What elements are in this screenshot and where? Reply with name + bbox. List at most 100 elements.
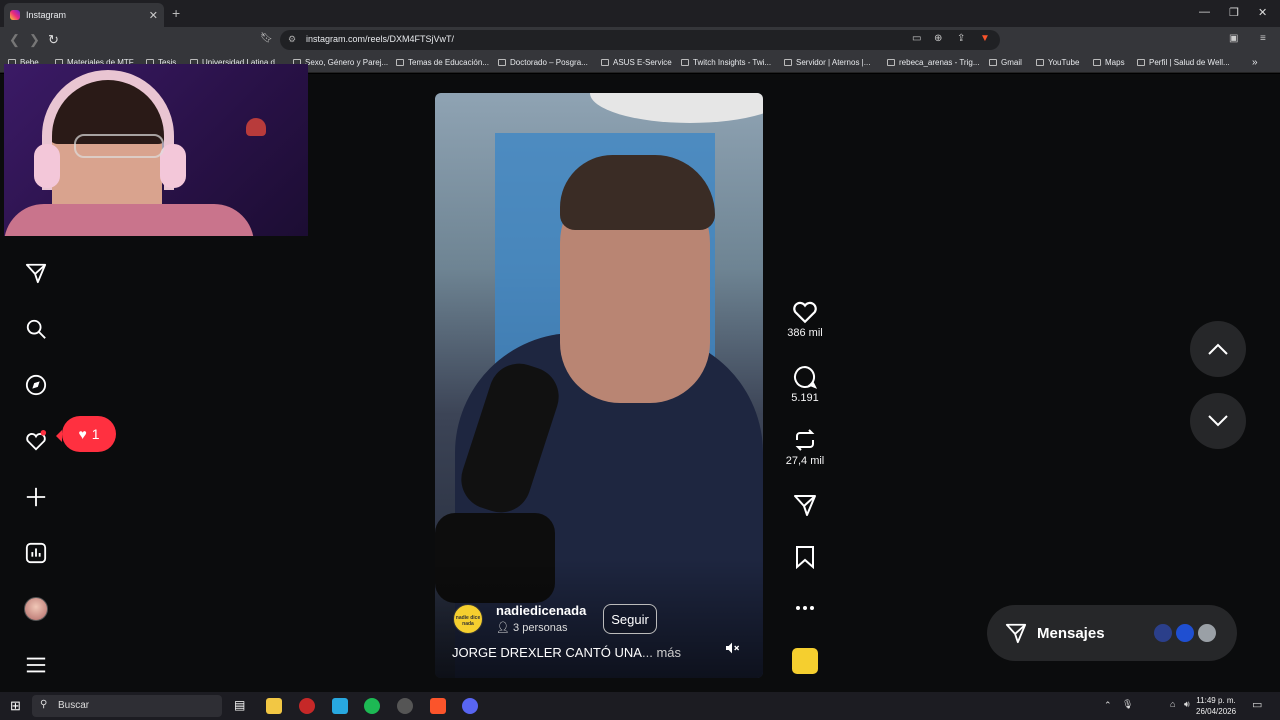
sidebar-toggle-icon[interactable]: ▣ bbox=[1229, 33, 1238, 44]
more-dots-icon[interactable] bbox=[795, 598, 815, 618]
caption-more-link[interactable]: ... más bbox=[642, 645, 681, 660]
like-count: 386 mil bbox=[787, 327, 823, 339]
cast-icon[interactable]: ▭ bbox=[912, 33, 921, 44]
bookmark-favicon-icon bbox=[1093, 59, 1101, 66]
more-options-action[interactable] bbox=[783, 598, 827, 618]
nav-direct-icon[interactable] bbox=[22, 259, 50, 287]
bookmark-item[interactable]: rebeca_arenas - Trig... bbox=[887, 58, 979, 67]
bookmark-page-icon[interactable]: 🔖︎ bbox=[260, 33, 273, 44]
bookmark-item[interactable]: Gmail bbox=[989, 58, 1022, 67]
reel-collaborators[interactable]: 👤︎ 3 personas bbox=[496, 621, 567, 634]
file-explorer-icon[interactable] bbox=[266, 698, 282, 714]
search-icon: ⚲ bbox=[40, 699, 48, 710]
instagram-favicon-icon bbox=[10, 10, 20, 20]
taskbar-clock[interactable]: 11:49 p. m. 26/04/2026 bbox=[1196, 695, 1236, 717]
more-bookmarks-icon[interactable]: » bbox=[1252, 57, 1258, 68]
bookmark-favicon-icon bbox=[1137, 59, 1145, 66]
bookmark-item[interactable]: Servidor | Aternos |... bbox=[784, 58, 870, 67]
notification-center-icon[interactable]: ▭ bbox=[1252, 698, 1262, 711]
close-window-icon[interactable]: ✕ bbox=[1258, 6, 1267, 19]
bookmark-item[interactable]: Perfil | Salud de Well... bbox=[1137, 58, 1230, 67]
like-action[interactable]: 386 mil bbox=[783, 300, 827, 339]
new-tab-button[interactable]: + bbox=[172, 5, 180, 21]
heart-icon: ♥ bbox=[78, 426, 87, 442]
tray-chevron-icon[interactable]: ⌃ bbox=[1104, 700, 1112, 711]
back-icon[interactable]: ❮ bbox=[9, 32, 20, 48]
reel-author-username[interactable]: nadiedicenada bbox=[496, 603, 586, 618]
bookmark-item[interactable]: Twitch Insights - Twi... bbox=[681, 58, 771, 67]
nav-explore-icon[interactable] bbox=[22, 371, 50, 399]
reel-bottom-shade bbox=[435, 558, 763, 678]
task-view-icon[interactable]: ▤ bbox=[234, 698, 245, 712]
message-contact-avatar bbox=[1152, 622, 1174, 644]
url-text: instagram.com/reels/DXM4FTSjVwT/ bbox=[306, 34, 455, 44]
nav-notifications-icon[interactable] bbox=[22, 427, 50, 455]
app-icon[interactable] bbox=[332, 698, 348, 714]
bookmark-favicon-icon bbox=[1036, 59, 1044, 66]
nav-create-icon[interactable] bbox=[22, 483, 50, 511]
bookmark-favicon-icon bbox=[989, 59, 997, 66]
bookmark-favicon-icon bbox=[887, 59, 895, 66]
volume-icon[interactable]: 🔊︎ bbox=[1184, 699, 1190, 710]
forward-icon[interactable]: ❯ bbox=[29, 32, 40, 48]
reload-icon[interactable]: ↻ bbox=[48, 32, 59, 48]
reel-video[interactable]: nadie dice nada nadiedicenada 👤︎ 3 perso… bbox=[435, 93, 763, 678]
nav-search-icon[interactable] bbox=[22, 315, 50, 343]
minimize-icon[interactable]: — bbox=[1199, 6, 1210, 18]
windows-start-icon[interactable]: ⊞ bbox=[10, 698, 21, 714]
microphone-icon[interactable]: 🎙︎ bbox=[1122, 699, 1133, 710]
network-icon[interactable]: ⌂ bbox=[1170, 699, 1175, 709]
save-action[interactable] bbox=[783, 545, 827, 569]
bookmark-item[interactable]: Temas de Educación... bbox=[396, 58, 489, 67]
reel-author-avatar[interactable]: nadie dice nada bbox=[453, 604, 483, 634]
bookmark-item[interactable]: Doctorado – Posgra... bbox=[498, 58, 588, 67]
follow-button[interactable]: Seguir bbox=[603, 604, 657, 634]
direct-message-icon bbox=[1005, 623, 1027, 644]
share-icon[interactable]: ⇪ bbox=[957, 33, 965, 44]
webcam-headset bbox=[42, 70, 174, 190]
close-tab-icon[interactable]: ✕ bbox=[149, 9, 158, 22]
comment-icon[interactable] bbox=[792, 365, 818, 389]
messages-label: Mensajes bbox=[1037, 624, 1105, 642]
webcam-headset-ear bbox=[160, 144, 186, 188]
bookmark-item[interactable]: ASUS E-Service bbox=[601, 58, 672, 67]
bookmark-favicon-icon bbox=[681, 59, 689, 66]
taskbar-search[interactable]: ⚲ Buscar bbox=[32, 695, 222, 717]
repost-count: 27,4 mil bbox=[785, 455, 825, 467]
menu-icon[interactable]: ≡ bbox=[1260, 33, 1266, 44]
next-reel-button[interactable] bbox=[1190, 393, 1246, 449]
site-info-icon[interactable]: ⚙ bbox=[288, 34, 296, 45]
previous-reel-button[interactable] bbox=[1190, 321, 1246, 377]
repost-icon[interactable] bbox=[793, 428, 817, 452]
spotify-icon[interactable] bbox=[364, 698, 380, 714]
app-icon[interactable] bbox=[299, 698, 315, 714]
like-heart-icon[interactable] bbox=[792, 300, 818, 324]
brave-browser-icon[interactable] bbox=[430, 698, 446, 714]
comment-action[interactable]: 5.191 bbox=[783, 365, 827, 404]
share-action[interactable] bbox=[783, 493, 827, 517]
nav-profile-avatar[interactable] bbox=[24, 597, 48, 621]
bookmark-icon[interactable] bbox=[795, 545, 815, 569]
url-field[interactable]: ⚙ instagram.com/reels/DXM4FTSjVwT/ bbox=[280, 30, 1000, 50]
notification-count: 1 bbox=[91, 426, 100, 442]
bookmark-item[interactable]: YouTube bbox=[1036, 58, 1079, 67]
zoom-icon[interactable]: ⊕ bbox=[934, 33, 942, 44]
share-send-icon[interactable] bbox=[793, 493, 817, 517]
address-toolbar: ❮ ❯ ↻ 🔖︎ ⚙ instagram.com/reels/DXM4FTSjV… bbox=[0, 27, 1280, 53]
restore-icon[interactable]: ❐ bbox=[1229, 6, 1239, 19]
mushroom-decoration bbox=[246, 118, 266, 136]
discord-icon[interactable] bbox=[462, 698, 478, 714]
webcam-glasses bbox=[74, 134, 164, 158]
original-audio-thumbnail[interactable] bbox=[792, 648, 818, 674]
nav-more-menu-icon[interactable] bbox=[22, 651, 50, 679]
notification-badge[interactable]: ♥ 1 bbox=[56, 416, 116, 452]
obs-icon[interactable] bbox=[397, 698, 413, 714]
brave-shields-icon[interactable]: ▼ bbox=[980, 33, 990, 44]
folder-icon bbox=[601, 59, 609, 66]
mute-icon[interactable] bbox=[721, 637, 743, 659]
windows-taskbar: ⊞ ⚲ Buscar ▤ ⌃ 🎙︎ ⌂ 🔊︎ 11:49 p. m. 26/04… bbox=[0, 692, 1280, 720]
bookmark-item[interactable]: Maps bbox=[1093, 58, 1125, 67]
nav-dashboard-icon[interactable] bbox=[22, 539, 50, 567]
tab-instagram[interactable]: Instagram ✕ bbox=[4, 3, 164, 27]
repost-action[interactable]: 27,4 mil bbox=[783, 428, 827, 467]
